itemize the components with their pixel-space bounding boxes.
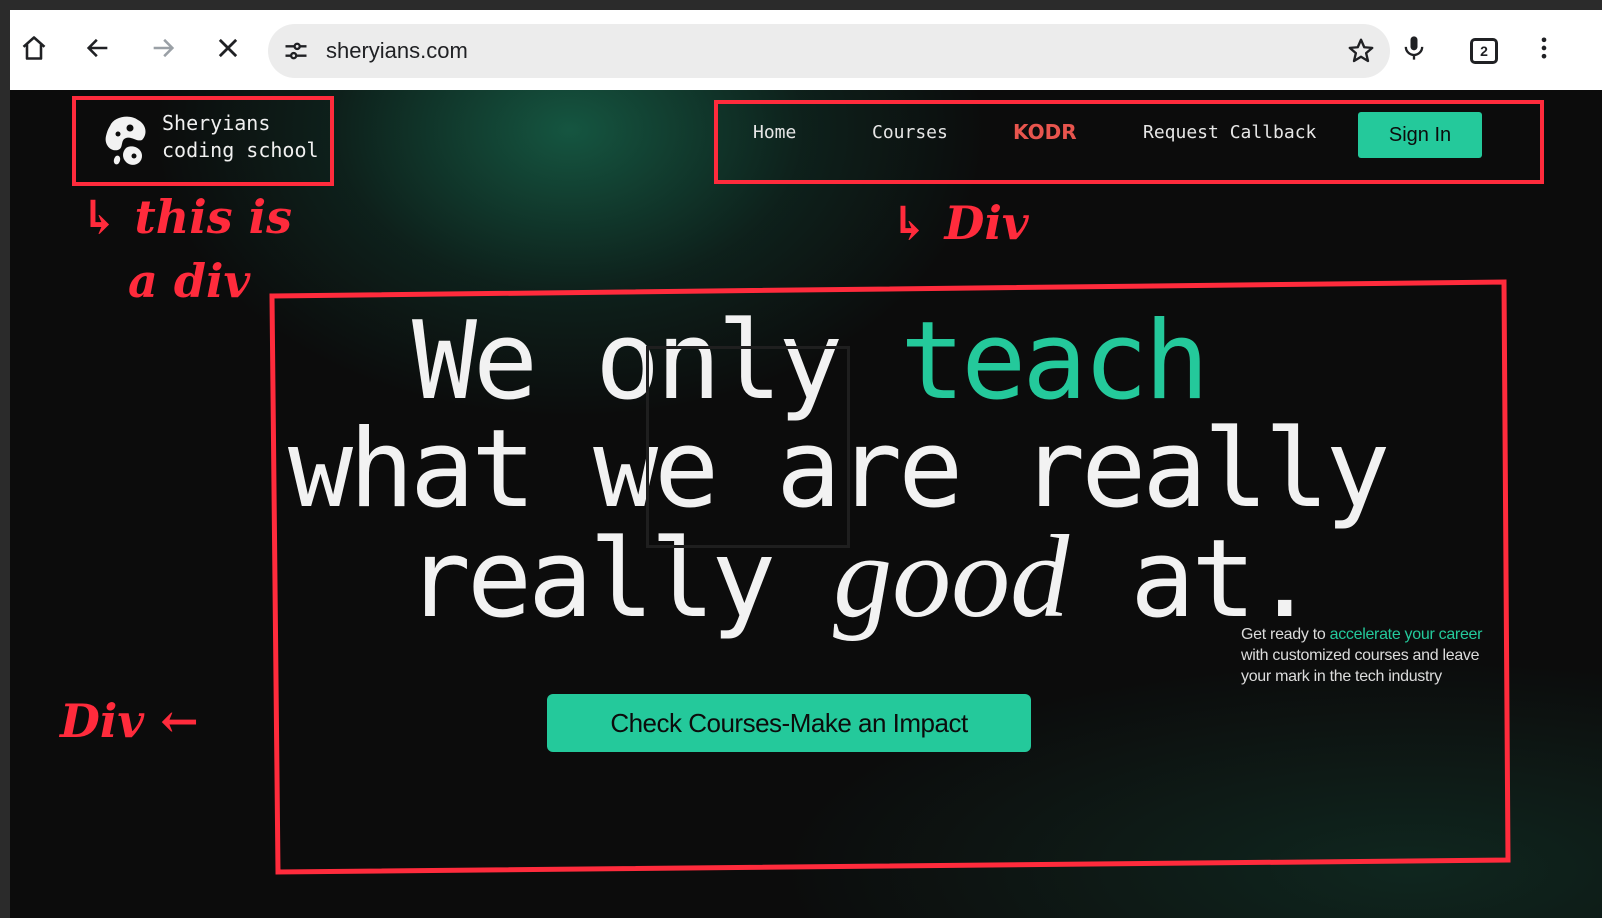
- tab-count-icon[interactable]: 2: [1470, 38, 1498, 64]
- home-button[interactable]: [12, 26, 56, 70]
- more-menu-icon: [1541, 37, 1547, 59]
- home-icon: [22, 36, 46, 60]
- blurb-text: Get ready to: [1241, 626, 1330, 643]
- annotation-logo-note-2: a div: [128, 254, 251, 308]
- address-bar[interactable]: [268, 24, 1390, 78]
- stop-loading-button[interactable]: [206, 26, 250, 70]
- sign-in-button[interactable]: Sign In: [1358, 112, 1482, 158]
- microphone-icon: [1404, 36, 1424, 60]
- annotation-logo-note-1: ↳ this is: [80, 190, 293, 244]
- hero-headline-line-3: really good at.: [406, 518, 1317, 636]
- back-button[interactable]: [76, 26, 120, 70]
- more-menu-button[interactable]: [1522, 26, 1566, 70]
- back-arrow-icon: [86, 38, 108, 58]
- nav-request-callback[interactable]: Request Callback: [1143, 122, 1316, 143]
- brand-name[interactable]: Sheryians coding school: [162, 110, 319, 164]
- tab-count-value: 2: [1480, 43, 1488, 59]
- blurb-text: with customized courses and leave your m…: [1241, 647, 1480, 685]
- brand-line-2: coding school: [162, 138, 319, 162]
- screenshot-frame: 2 Sheryians coding school Home Courses K…: [10, 10, 1602, 918]
- annotation-hero-note: Div ←: [60, 694, 199, 748]
- site-settings-icon[interactable]: [282, 37, 310, 65]
- bookmark-star-icon[interactable]: [1346, 36, 1376, 66]
- hero-blurb: Get ready to accelerate your career with…: [1241, 624, 1501, 687]
- url-input[interactable]: [326, 36, 1226, 66]
- blurb-highlight: accelerate your career: [1329, 626, 1483, 643]
- forward-arrow-icon: [153, 38, 175, 58]
- nav-kodr[interactable]: KODR: [1013, 120, 1077, 144]
- voice-search-button[interactable]: [1392, 26, 1436, 70]
- check-courses-button[interactable]: Check Courses-Make an Impact: [547, 694, 1031, 752]
- browser-toolbar: 2: [10, 10, 1602, 90]
- headline-accent: teach: [900, 299, 1209, 424]
- sheryians-logo-icon[interactable]: [96, 112, 156, 172]
- nav-home[interactable]: Home: [753, 122, 796, 143]
- focus-outline: [646, 346, 850, 548]
- nav-courses[interactable]: Courses: [872, 122, 948, 143]
- headline-italic: good: [833, 511, 1070, 642]
- brand-line-1: Sheryians: [162, 111, 271, 135]
- stop-icon: [218, 38, 238, 58]
- forward-button[interactable]: [141, 26, 185, 70]
- annotation-nav-note: ↳ Div: [890, 196, 1029, 250]
